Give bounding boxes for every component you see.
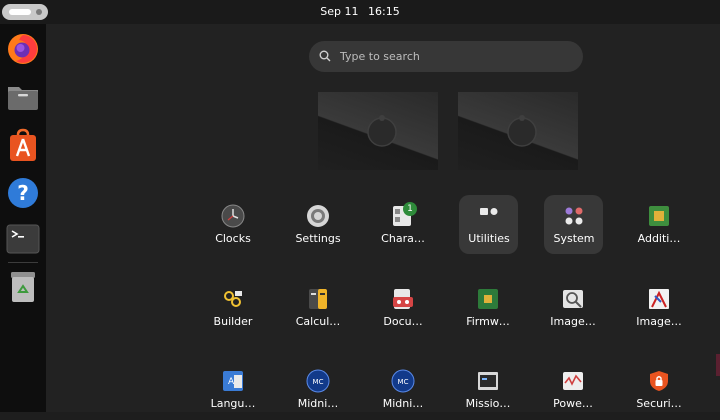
app-center-icon xyxy=(10,128,36,161)
search-input[interactable]: Type to search xyxy=(309,41,583,72)
app-folder-system[interactable]: System xyxy=(544,195,603,254)
search-icon xyxy=(319,50,331,62)
trash-icon xyxy=(11,272,35,302)
image-viewer-icon xyxy=(563,290,583,308)
app-image-editor[interactable]: Image… xyxy=(629,278,689,338)
top-bar: Sep 11 16:15 xyxy=(0,0,720,24)
firefox-icon xyxy=(8,34,38,64)
app-settings[interactable]: Settings xyxy=(288,195,348,255)
builder-icon xyxy=(224,291,242,307)
dock-files[interactable] xyxy=(6,80,40,114)
svg-text:A: A xyxy=(228,377,235,387)
app-midnight-commander[interactable]: MC Midni… xyxy=(288,360,348,420)
time-label: 16:15 xyxy=(368,5,400,18)
language-icon: A xyxy=(223,371,243,391)
app-folder-utilities[interactable]: Utilities xyxy=(459,195,518,254)
date-label: Sep 11 xyxy=(320,5,359,18)
app-grid-overview: Type to search Clocks Settings 1 Chara… … xyxy=(46,24,720,412)
dock-firefox[interactable] xyxy=(6,32,40,66)
app-image-viewer[interactable]: Image… xyxy=(543,278,603,338)
chip-icon xyxy=(649,206,669,226)
midnight-commander-icon: MC xyxy=(306,369,330,393)
app-label: Utilities xyxy=(468,232,510,245)
mission-center-icon xyxy=(478,372,498,390)
svg-text:MC: MC xyxy=(398,378,409,386)
app-label: System xyxy=(553,232,595,245)
app-additional-drivers[interactable]: Additi… xyxy=(629,195,689,255)
terminal-icon xyxy=(6,224,40,254)
app-clocks[interactable]: Clocks xyxy=(203,195,263,255)
app-document-scanner[interactable]: Docu… xyxy=(373,278,433,338)
app-label: Firmw… xyxy=(466,315,510,328)
app-firmware[interactable]: Firmw… xyxy=(458,278,518,338)
dock-trash[interactable] xyxy=(6,270,40,304)
app-mission-center[interactable]: Missio… xyxy=(458,360,518,420)
app-label: Chara… xyxy=(381,232,425,245)
app-power-statistics[interactable]: Powe… xyxy=(543,360,603,420)
app-language-support[interactable]: A Langu… xyxy=(203,360,263,420)
firmware-chip-icon xyxy=(478,289,498,309)
notification-badge: 1 xyxy=(403,202,417,216)
files-folder-icon xyxy=(8,87,38,110)
app-calculator[interactable]: Calcul… xyxy=(288,278,348,338)
svg-text:?: ? xyxy=(17,181,29,205)
app-label: Midni… xyxy=(382,397,424,410)
help-icon: ? xyxy=(8,178,38,208)
midnight-commander-icon: MC xyxy=(391,369,415,393)
search-placeholder: Type to search xyxy=(340,50,420,63)
dock-terminal[interactable] xyxy=(6,222,40,256)
calculator-icon xyxy=(309,289,327,309)
app-label: Midni… xyxy=(297,397,339,410)
folder-icon xyxy=(565,207,583,225)
app-label: Securi… xyxy=(636,397,682,410)
app-label: Builder xyxy=(213,315,253,328)
app-label: Clocks xyxy=(215,232,251,245)
image-editor-icon xyxy=(649,289,669,309)
page-indicator-edge xyxy=(716,354,720,376)
app-security-center[interactable]: Securi… xyxy=(629,360,689,420)
app-label: Additi… xyxy=(637,232,681,245)
document-scanner-icon xyxy=(393,289,413,309)
app-label: Settings xyxy=(295,232,341,245)
app-label: Image… xyxy=(636,315,682,328)
app-label: Calcul… xyxy=(295,315,341,328)
dock-help[interactable]: ? xyxy=(6,176,40,210)
ubuntu-wallpaper-logo xyxy=(367,115,397,147)
security-shield-icon xyxy=(650,371,668,391)
app-label: Missio… xyxy=(465,397,511,410)
power-statistics-icon xyxy=(563,372,583,390)
workspace-thumbnail-1[interactable] xyxy=(318,92,438,170)
app-label: Powe… xyxy=(553,397,593,410)
gear-icon xyxy=(307,205,329,227)
svg-text:MC: MC xyxy=(313,378,324,386)
app-builder[interactable]: Builder xyxy=(203,278,263,338)
workspace-thumbnail-2[interactable] xyxy=(458,92,578,170)
date-time[interactable]: Sep 11 16:15 xyxy=(0,0,720,24)
dock: ? xyxy=(0,24,46,412)
dock-app-center[interactable] xyxy=(6,128,40,162)
app-label: Image… xyxy=(550,315,596,328)
app-label: Langu… xyxy=(210,397,256,410)
folder-icon xyxy=(480,208,498,215)
ubuntu-wallpaper-logo xyxy=(507,115,537,147)
app-label: Docu… xyxy=(383,315,423,328)
app-characters[interactable]: 1 Chara… xyxy=(373,195,433,255)
app-midnight-commander-2[interactable]: MC Midni… xyxy=(373,360,433,420)
dock-separator xyxy=(8,262,38,263)
clock-icon xyxy=(221,204,245,228)
